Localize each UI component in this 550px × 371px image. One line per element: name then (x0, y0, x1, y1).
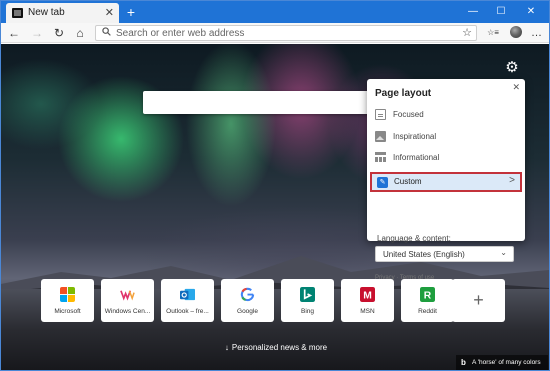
layout-option-focused[interactable]: Focused (373, 107, 519, 125)
minimize-button[interactable]: — (459, 1, 487, 23)
pencil-icon: ✎ (377, 177, 388, 188)
layout-option-label: Inspirational (393, 132, 437, 141)
profile-avatar[interactable] (510, 26, 522, 38)
more-menu-icon[interactable]: … (529, 24, 543, 42)
add-quick-link-button[interactable]: + (452, 279, 505, 322)
inspirational-layout-icon (375, 131, 386, 142)
quick-link-microsoft[interactable]: Microsoft (41, 279, 94, 322)
quick-link-label: Outlook – fre... (166, 308, 209, 315)
arrow-down-icon: ↓ (224, 343, 229, 352)
focused-layout-icon (375, 109, 386, 120)
svg-text:R: R (424, 290, 432, 301)
image-credit-text: A 'horse' of many colors (472, 359, 541, 366)
quick-link-google[interactable]: Google (221, 279, 274, 322)
svg-text:M: M (363, 290, 372, 301)
layout-option-informational[interactable]: Informational (373, 150, 519, 168)
quick-link-msn[interactable]: M MSN (341, 279, 394, 322)
quick-link-label: MSN (360, 308, 375, 315)
layout-option-label: Custom (394, 177, 422, 186)
layout-option-custom[interactable]: ✎ Custom > (370, 172, 522, 192)
image-credit[interactable]: b A 'horse' of many colors (456, 355, 548, 370)
quick-link-outlook[interactable]: Outlook – fre... (161, 279, 214, 322)
layout-option-inspirational[interactable]: Inspirational (373, 129, 519, 147)
new-tab-button[interactable]: + (123, 3, 139, 21)
bing-credit-logo-icon: b (461, 358, 466, 367)
informational-layout-icon (375, 152, 386, 163)
language-select[interactable]: United States (English) ⌄ (375, 246, 514, 262)
google-logo-icon (240, 287, 255, 302)
quick-link-label: Microsoft (54, 308, 81, 315)
home-button[interactable]: ⌂ (72, 24, 88, 42)
refresh-button[interactable]: ↻ (51, 24, 67, 42)
language-select-value: United States (English) (383, 250, 465, 259)
page-layout-panel: ✕ Page layout Focused Inspirational Info… (367, 79, 525, 281)
close-icon[interactable]: ✕ (512, 82, 520, 93)
tab-title: New tab (28, 7, 65, 18)
bing-logo-icon (300, 287, 315, 302)
web-search-box[interactable] (143, 91, 375, 114)
search-icon (102, 27, 111, 39)
personalized-news-label: Personalized news & more (231, 343, 328, 352)
quick-links: Microsoft Windows Cen... Outlook – fre..… (41, 279, 505, 323)
browser-window: New tab ✕ + — ☐ ✕ ← → ↻ ⌂ ☆ ☆≡ … ⚙ (0, 0, 550, 371)
quick-link-reddit[interactable]: R Reddit (401, 279, 454, 322)
personalized-news-button[interactable]: ↓ Personalized news & more (201, 341, 351, 355)
quick-link-label: Bing (300, 308, 314, 315)
outlook-logo-icon (180, 288, 195, 301)
favorite-star-icon[interactable]: ☆ (462, 26, 472, 39)
layout-option-label: Informational (393, 153, 440, 162)
page-layout-title: Page layout (375, 88, 432, 99)
quick-link-bing[interactable]: Bing (281, 279, 334, 322)
quick-link-label: Windows Cen... (104, 308, 151, 315)
quick-link-label: Google (237, 308, 258, 315)
quick-link-label: Reddit (418, 308, 437, 315)
chevron-right-icon: > (509, 175, 515, 186)
tab-new-tab[interactable]: New tab ✕ (6, 3, 119, 23)
reddit-logo-icon: R (420, 287, 435, 302)
language-content-label: Language & content: (377, 234, 451, 243)
forward-button[interactable]: → (29, 24, 45, 42)
msn-logo-icon: M (360, 287, 375, 302)
tab-close-icon[interactable]: ✕ (105, 6, 114, 20)
new-tab-favicon-icon (12, 8, 23, 18)
address-input[interactable] (116, 26, 456, 40)
close-window-button[interactable]: ✕ (517, 1, 545, 23)
new-tab-page: ⚙ ✕ Page layout Focused Inspirational In… (1, 44, 549, 370)
microsoft-logo-icon (60, 287, 75, 302)
browser-toolbar: ← → ↻ ⌂ ☆ ☆≡ … (1, 23, 549, 43)
maximize-button[interactable]: ☐ (487, 1, 515, 23)
quick-link-windows-central[interactable]: Windows Cen... (101, 279, 154, 322)
chevron-down-icon: ⌄ (500, 248, 507, 257)
title-bar: New tab ✕ + — ☐ ✕ (1, 1, 549, 23)
address-bar[interactable]: ☆ (95, 25, 477, 41)
windows-central-logo-icon (120, 290, 135, 301)
page-settings-gear-icon[interactable]: ⚙ (504, 60, 520, 76)
back-button[interactable]: ← (6, 24, 22, 42)
layout-option-label: Focused (393, 110, 424, 119)
favorites-icon[interactable]: ☆≡ (486, 24, 500, 42)
